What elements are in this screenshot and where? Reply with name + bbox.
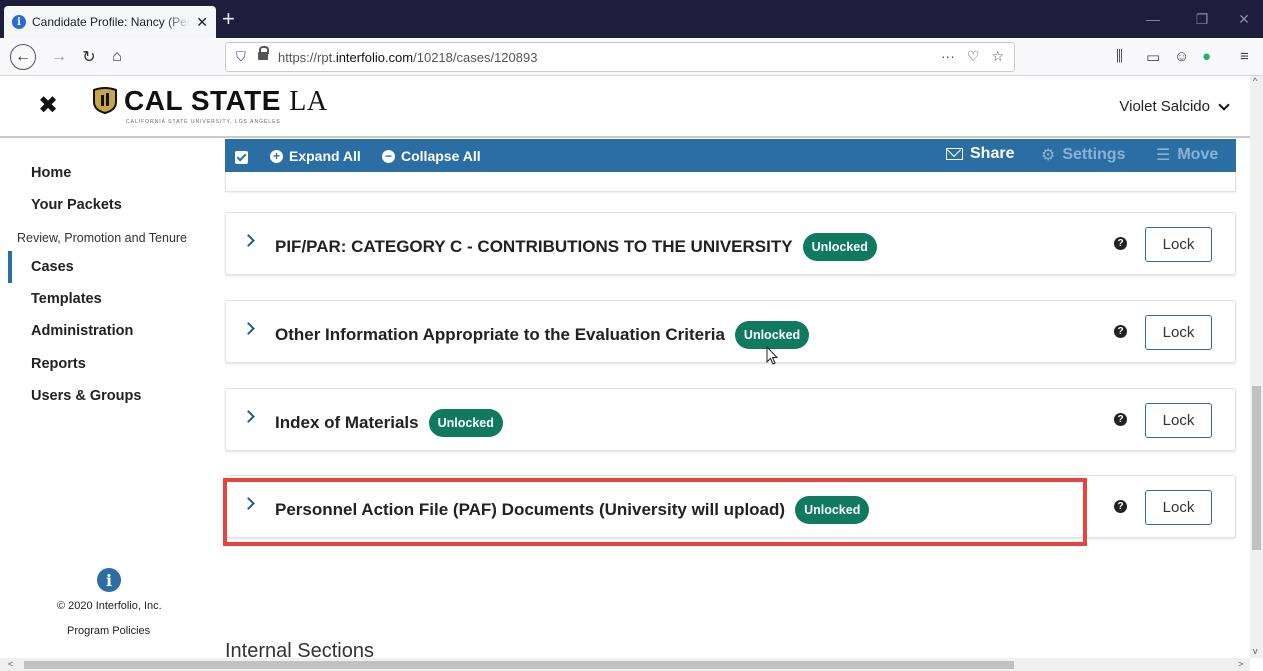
home-icon[interactable]: ⌂ bbox=[104, 44, 130, 70]
close-tab-icon[interactable]: ✕ bbox=[196, 14, 208, 31]
pocket-icon[interactable]: ♡ bbox=[967, 48, 980, 65]
info-icon[interactable]: i bbox=[97, 568, 121, 592]
logo-mark-icon bbox=[93, 87, 117, 114]
sidebar-item-users-groups[interactable]: Users & Groups bbox=[31, 388, 141, 404]
library-icon[interactable]: ⫼ bbox=[1116, 48, 1123, 65]
browser-tab-bar: i Candidate Profile: Nancy (Perf ✕ + — ❐… bbox=[0, 0, 1263, 38]
lock-button[interactable]: Lock bbox=[1145, 227, 1212, 262]
user-menu[interactable]: Violet Salcido bbox=[1119, 98, 1230, 115]
user-name: Violet Salcido bbox=[1119, 98, 1210, 115]
back-icon[interactable]: ← bbox=[10, 44, 36, 70]
section-card[interactable]: PIF/PAR: CATEGORY C - CONTRIBUTIONS TO T… bbox=[225, 212, 1236, 275]
url-bar[interactable]: ⛉ https://rpt.interfolio.com/10218/cases… bbox=[225, 42, 1015, 72]
cal-state-la-logo: CAL STATE LA bbox=[92, 86, 328, 117]
envelope-icon bbox=[946, 148, 963, 160]
sidebar-section-rpt: Review, Promotion and Tenure bbox=[17, 231, 188, 245]
vertical-scrollbar[interactable]: ^ v bbox=[1250, 76, 1263, 658]
sidebar-item-templates[interactable]: Templates bbox=[31, 291, 102, 307]
share-label: Share bbox=[970, 145, 1015, 162]
scroll-up-icon[interactable]: ^ bbox=[1253, 76, 1257, 86]
status-badge: Unlocked bbox=[428, 409, 503, 437]
section-card-partial bbox=[225, 172, 1236, 192]
move-icon: ☰ bbox=[1156, 147, 1171, 164]
brand-subtitle: CALIFORNIA STATE UNIVERSITY, LOS ANGELES bbox=[126, 119, 281, 125]
minus-circle-icon: − bbox=[382, 149, 395, 163]
settings-label: Settings bbox=[1062, 146, 1126, 163]
scroll-down-icon[interactable]: v bbox=[1253, 646, 1258, 656]
lock-button[interactable]: Lock bbox=[1145, 403, 1212, 438]
sidebar-item-administration[interactable]: Administration bbox=[31, 323, 133, 339]
forward-icon[interactable]: → bbox=[46, 44, 72, 70]
section-title: Index of Materials Unlocked bbox=[275, 409, 503, 437]
browser-nav-bar: ← → ↻ ⌂ ⛉ https://rpt.interfolio.com/102… bbox=[0, 38, 1263, 76]
lock-button[interactable]: Lock bbox=[1145, 315, 1212, 350]
vertical-scroll-thumb[interactable] bbox=[1252, 386, 1261, 550]
sidebar: Home Your Packets Review, Promotion and … bbox=[0, 140, 210, 660]
browser-tab[interactable]: i Candidate Profile: Nancy (Perf ✕ bbox=[4, 6, 216, 38]
move-button[interactable]: ☰ Move bbox=[1156, 145, 1218, 165]
expand-all-button[interactable]: + Expand All bbox=[270, 148, 361, 164]
sidebar-item-home[interactable]: Home bbox=[31, 165, 71, 181]
account-icon[interactable]: ☺ bbox=[1174, 48, 1189, 65]
brand-name: CAL STATE LA bbox=[124, 85, 328, 117]
status-badge: Unlocked bbox=[802, 233, 877, 261]
horizontal-scrollbar[interactable]: < > bbox=[0, 658, 1250, 671]
scroll-right-icon[interactable]: > bbox=[1238, 659, 1243, 669]
bookmark-star-icon[interactable]: ☆ bbox=[991, 48, 1004, 65]
chevron-right-icon[interactable] bbox=[242, 322, 255, 335]
menu-icon[interactable]: ≡ bbox=[1240, 48, 1249, 65]
tab-title: Candidate Profile: Nancy (Perf bbox=[32, 15, 191, 29]
chevron-right-icon[interactable] bbox=[242, 234, 255, 247]
chevron-down-icon bbox=[1218, 98, 1230, 111]
section-title: Other Information Appropriate to the Eva… bbox=[275, 321, 810, 349]
scroll-left-icon[interactable]: < bbox=[8, 659, 13, 669]
move-label: Move bbox=[1177, 146, 1219, 163]
sidebar-item-reports[interactable]: Reports bbox=[31, 356, 86, 372]
help-icon[interactable]: ? bbox=[1114, 500, 1127, 513]
sidebar-item-your-packets[interactable]: Your Packets bbox=[31, 197, 122, 213]
minimize-icon[interactable]: — bbox=[1131, 0, 1175, 38]
program-policies-link[interactable]: Program Policies bbox=[67, 625, 150, 637]
url-text: https://rpt.interfolio.com/10218/cases/1… bbox=[278, 49, 538, 65]
sidebar-item-cases[interactable]: Cases bbox=[31, 259, 74, 275]
close-icon[interactable]: ✖ bbox=[38, 94, 58, 118]
highlight-box bbox=[223, 478, 1087, 546]
restore-icon[interactable]: ❐ bbox=[1180, 0, 1224, 38]
help-icon[interactable]: ? bbox=[1114, 325, 1127, 338]
tracking-shield-icon[interactable]: ⛉ bbox=[236, 50, 248, 64]
help-icon[interactable]: ? bbox=[1114, 413, 1127, 426]
close-window-icon[interactable]: ✕ bbox=[1222, 0, 1263, 38]
lock-button[interactable]: Lock bbox=[1145, 490, 1212, 525]
plus-circle-icon: + bbox=[270, 149, 283, 163]
expand-all-label: Expand All bbox=[289, 148, 361, 164]
page-actions-icon[interactable]: ··· bbox=[941, 48, 955, 65]
status-badge: Unlocked bbox=[734, 321, 810, 349]
help-icon[interactable]: ? bbox=[1114, 237, 1127, 250]
chevron-right-icon[interactable] bbox=[242, 410, 255, 423]
section-title: PIF/PAR: CATEGORY C - CONTRIBUTIONS TO T… bbox=[275, 233, 877, 261]
mouse-cursor-icon bbox=[766, 346, 779, 365]
copyright-text: © 2020 Interfolio, Inc. bbox=[57, 600, 162, 612]
horizontal-scroll-thumb[interactable] bbox=[24, 661, 1014, 669]
collapse-all-label: Collapse All bbox=[401, 148, 481, 164]
app-header: ✖ CAL STATE LA CALIFORNIA STATE UNIVERSI… bbox=[0, 76, 1250, 138]
lock-icon[interactable] bbox=[258, 46, 269, 63]
select-all-checkbox[interactable] bbox=[235, 151, 248, 164]
settings-button[interactable]: ⚙ Settings bbox=[1041, 145, 1125, 165]
share-button[interactable]: Share bbox=[946, 145, 1014, 163]
sidebar-toggle-icon[interactable]: ▭ bbox=[1146, 48, 1160, 66]
collapse-all-button[interactable]: − Collapse All bbox=[382, 148, 481, 164]
new-tab-icon[interactable]: + bbox=[222, 6, 235, 32]
section-card[interactable]: Other Information Appropriate to the Eva… bbox=[225, 300, 1236, 363]
section-toolbar: + Expand All − Collapse All Share ⚙ Sett… bbox=[225, 139, 1236, 174]
info-icon: i bbox=[12, 15, 26, 29]
gears-icon: ⚙ bbox=[1041, 147, 1056, 164]
extension-icon[interactable]: ● bbox=[1202, 48, 1211, 65]
reload-icon[interactable]: ↻ bbox=[76, 44, 102, 70]
section-card[interactable]: Index of Materials Unlocked ? Lock bbox=[225, 388, 1236, 451]
active-indicator bbox=[8, 251, 12, 283]
